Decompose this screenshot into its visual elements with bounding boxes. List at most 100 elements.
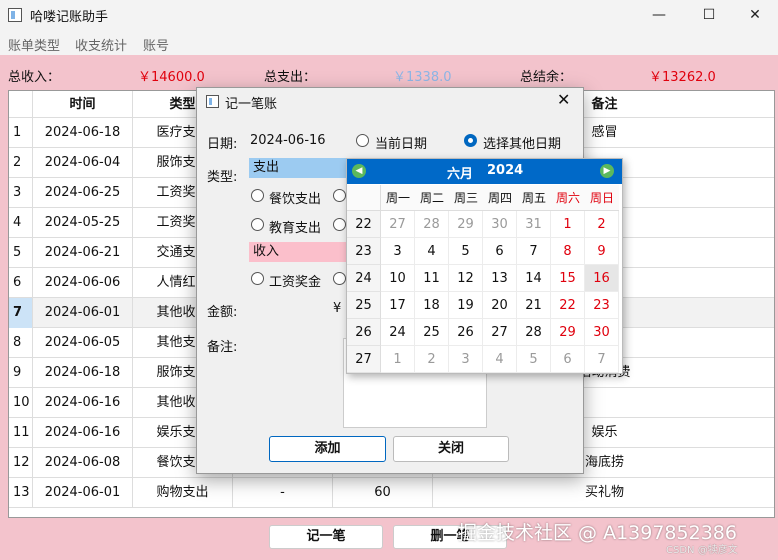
calendar-day[interactable]: 3	[381, 238, 415, 265]
menu-statistics[interactable]: 收支统计	[75, 35, 127, 54]
dialog-close-button[interactable]: 关闭	[393, 436, 509, 462]
calendar-day[interactable]: 1	[381, 346, 415, 373]
calendar-day[interactable]: 5	[517, 346, 551, 373]
table-row[interactable]: 13 2024-06-01 购物支出 -60 买礼物	[9, 478, 774, 508]
cell-expense[interactable]: -	[233, 478, 333, 508]
cell-date[interactable]: 2024-06-01	[33, 298, 133, 328]
row-number[interactable]: 13	[9, 478, 33, 508]
calendar-day[interactable]: 29	[449, 211, 483, 238]
cell-date[interactable]: 2024-06-16	[33, 388, 133, 418]
cell-date[interactable]: 2024-06-06	[33, 268, 133, 298]
food-expense-label[interactable]: 餐饮支出	[269, 188, 321, 207]
calendar-day[interactable]: 28	[517, 319, 551, 346]
calendar-day[interactable]: 6	[483, 238, 517, 265]
calendar-day[interactable]: 27	[483, 319, 517, 346]
cell-date[interactable]: 2024-06-25	[33, 178, 133, 208]
row-number[interactable]: 3	[9, 178, 33, 208]
calendar-day[interactable]: 4	[415, 238, 449, 265]
row-number[interactable]: 5	[9, 238, 33, 268]
calendar-day[interactable]: 25	[415, 319, 449, 346]
income-option-radio-2[interactable]	[333, 272, 346, 285]
row-number[interactable]: 7	[9, 298, 33, 328]
calendar-day[interactable]: 2	[415, 346, 449, 373]
calendar-day[interactable]: 3	[449, 346, 483, 373]
calendar-day[interactable]: 17	[381, 292, 415, 319]
cell-date[interactable]: 2024-06-18	[33, 358, 133, 388]
edu-expense-radio[interactable]	[251, 218, 264, 231]
expense-option-radio-2[interactable]	[333, 189, 346, 202]
dialog-add-button[interactable]: 添加	[269, 436, 386, 462]
current-date-label[interactable]: 当前日期	[375, 133, 427, 152]
dialog-close-icon[interactable]: ✕	[557, 90, 570, 109]
cell-date[interactable]: 2024-06-01	[33, 478, 133, 508]
expense-option-radio-4[interactable]	[333, 218, 346, 231]
menu-account[interactable]: 账号	[143, 35, 169, 54]
calendar-day[interactable]: 9	[585, 238, 619, 265]
row-number[interactable]: 1	[9, 118, 33, 148]
cell-date[interactable]: 2024-06-16	[33, 418, 133, 448]
food-expense-radio[interactable]	[251, 189, 264, 202]
header-date[interactable]: 时间	[33, 91, 133, 118]
maximize-button[interactable]: ☐	[686, 0, 732, 30]
calendar-day[interactable]: 4	[483, 346, 517, 373]
row-number[interactable]: 12	[9, 448, 33, 478]
cell-note[interactable]: 买礼物	[433, 478, 774, 508]
cell-date[interactable]: 2024-06-21	[33, 238, 133, 268]
cell-type[interactable]: 购物支出	[133, 478, 233, 508]
calendar-day[interactable]: 30	[585, 319, 619, 346]
other-date-radio[interactable]	[464, 134, 477, 147]
calendar-day[interactable]: 26	[449, 319, 483, 346]
calendar-day[interactable]: 7	[517, 238, 551, 265]
next-month-icon[interactable]: ▶	[600, 164, 614, 178]
minimize-button[interactable]: —	[636, 0, 682, 30]
row-number[interactable]: 8	[9, 328, 33, 358]
other-date-label[interactable]: 选择其他日期	[483, 133, 561, 152]
calendar-day[interactable]: 24	[381, 319, 415, 346]
row-number[interactable]: 9	[9, 358, 33, 388]
calendar-day[interactable]: 7	[585, 346, 619, 373]
calendar-day[interactable]: 2	[585, 211, 619, 238]
calendar-day[interactable]: 8	[551, 238, 585, 265]
calendar-day[interactable]: 6	[551, 346, 585, 373]
salary-income-label[interactable]: 工资奖金	[269, 271, 321, 290]
menu-bill-type[interactable]: 账单类型	[8, 35, 60, 54]
calendar-day[interactable]: 29	[551, 319, 585, 346]
calendar-day[interactable]: 1	[551, 211, 585, 238]
calendar-day[interactable]: 23	[585, 292, 619, 319]
calendar-day[interactable]: 30	[483, 211, 517, 238]
row-number[interactable]: 4	[9, 208, 33, 238]
table-corner[interactable]	[9, 91, 33, 118]
calendar-day[interactable]: 5	[449, 238, 483, 265]
calendar-day[interactable]: 15	[551, 265, 585, 292]
salary-income-radio[interactable]	[251, 272, 264, 285]
row-number[interactable]: 11	[9, 418, 33, 448]
calendar-year[interactable]: 2024	[487, 163, 523, 178]
cell-date[interactable]: 2024-06-04	[33, 148, 133, 178]
calendar-day[interactable]: 21	[517, 292, 551, 319]
calendar-day[interactable]: 19	[449, 292, 483, 319]
cell-date[interactable]: 2024-05-25	[33, 208, 133, 238]
calendar-day[interactable]: 13	[483, 265, 517, 292]
current-date-radio[interactable]	[356, 134, 369, 147]
calendar-day[interactable]: 27	[381, 211, 415, 238]
cell-date[interactable]: 2024-06-08	[33, 448, 133, 478]
edu-expense-label[interactable]: 教育支出	[269, 217, 321, 236]
cell-income[interactable]: 60	[333, 478, 433, 508]
row-number[interactable]: 2	[9, 148, 33, 178]
cell-date[interactable]: 2024-06-18	[33, 118, 133, 148]
calendar-day[interactable]: 31	[517, 211, 551, 238]
row-number[interactable]: 6	[9, 268, 33, 298]
calendar-day[interactable]: 10	[381, 265, 415, 292]
close-button[interactable]: ✕	[732, 0, 778, 30]
calendar-day[interactable]: 28	[415, 211, 449, 238]
calendar-day[interactable]: 16	[585, 265, 619, 292]
add-record-button[interactable]: 记一笔	[269, 525, 383, 549]
prev-month-icon[interactable]: ◀	[352, 164, 366, 178]
calendar-month[interactable]: 六月	[447, 163, 473, 182]
calendar-day[interactable]: 12	[449, 265, 483, 292]
calendar-day[interactable]: 14	[517, 265, 551, 292]
row-number[interactable]: 10	[9, 388, 33, 418]
calendar-day[interactable]: 22	[551, 292, 585, 319]
calendar-day[interactable]: 20	[483, 292, 517, 319]
calendar-day[interactable]: 18	[415, 292, 449, 319]
